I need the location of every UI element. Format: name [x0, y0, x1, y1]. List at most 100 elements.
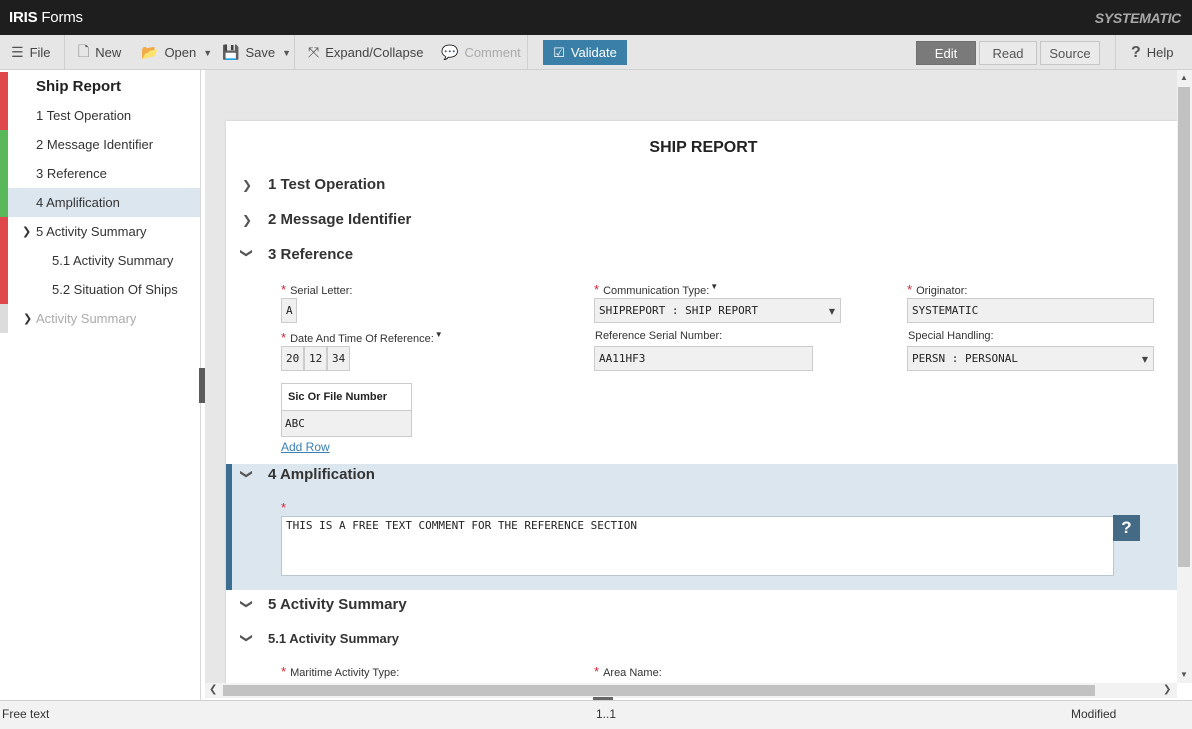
sidebar-item-reference[interactable]: 3 Reference [0, 159, 200, 188]
edit-mode-button[interactable]: Edit [916, 41, 976, 65]
comment-button[interactable]: 💬 Comment [441, 35, 521, 70]
open-button[interactable]: 📂 Open ▼ [141, 35, 212, 70]
status-marker [0, 304, 8, 333]
scroll-thumb[interactable] [1178, 87, 1190, 567]
dtg-minute-field[interactable]: 34 [327, 346, 350, 371]
scroll-up-icon[interactable]: ▲ [1180, 73, 1188, 82]
communication-type-select[interactable]: SHIPREPORT : SHIP REPORT ▼ [594, 298, 841, 323]
dtg-hour-field[interactable]: 12 [304, 346, 327, 371]
vertical-scrollbar[interactable]: ▲ ▼ [1177, 70, 1192, 683]
sic-table: Sic Or File Number ABC [281, 383, 412, 437]
serial-letter-label: * Serial Letter: [281, 282, 353, 297]
chevron-down-icon[interactable]: ❯ [240, 248, 254, 258]
comment-icon: 💬 [441, 44, 459, 60]
sidebar-item-ship-report[interactable]: Ship Report [0, 72, 200, 101]
section-test-operation[interactable]: 1 Test Operation [268, 176, 385, 193]
status-marker [0, 101, 8, 130]
chevron-down-icon[interactable]: ❯ [240, 469, 254, 479]
chevron-right-icon[interactable]: ❯ [242, 213, 252, 227]
horizontal-scrollbar[interactable]: ❮ ❯ [205, 683, 1177, 698]
add-row-link[interactable]: Add Row [281, 440, 330, 454]
sidebar-item-activity-summary[interactable]: ❯ 5 Activity Summary [0, 217, 200, 246]
chevron-down-icon: ▼ [1141, 355, 1148, 364]
sidebar-item-message-identifier[interactable]: 2 Message Identifier [0, 130, 200, 159]
toolbar-divider [1115, 35, 1116, 70]
save-button[interactable]: 💾 Save ▼ [222, 35, 291, 70]
special-handling-label: Special Handling: [908, 330, 994, 342]
sidebar: Ship Report 1 Test Operation 2 Message I… [0, 70, 201, 700]
expand-icon: ⤧ [308, 44, 320, 60]
maritime-activity-type-label: * Maritime Activity Type: [281, 664, 400, 679]
sidebar-item-activity-summary-5-1[interactable]: 5.1 Activity Summary [0, 246, 200, 275]
app-title: IRIS Forms [9, 9, 83, 26]
title-bar: IRIS Forms SYSTEMATIC [0, 0, 1192, 35]
form-viewport: SHIP REPORT ❯ 1 Test Operation ❯ 2 Messa… [205, 70, 1177, 683]
chevron-down-icon[interactable]: ❯ [240, 599, 254, 609]
status-marker [0, 72, 8, 101]
sic-table-cell[interactable]: ABC [282, 411, 411, 436]
help-button[interactable]: ? Help [1131, 35, 1174, 70]
question-icon: ? [1131, 43, 1141, 61]
originator-field[interactable]: SYSTEMATIC [907, 298, 1154, 323]
status-field-type: Free text [2, 707, 50, 721]
status-bar: Free text 1..1 Modified [0, 700, 1192, 729]
reference-serial-field[interactable]: AA11HF3 [594, 346, 813, 371]
chevron-right-icon[interactable]: ❯ [23, 312, 32, 325]
chevron-down-icon: ▼ [203, 47, 213, 58]
reference-serial-label: Reference Serial Number: [595, 330, 723, 342]
sidebar-item-activity-summary-optional[interactable]: ❯ Activity Summary [0, 304, 200, 333]
status-marker [0, 217, 8, 246]
toolbar-divider [527, 35, 528, 70]
file-menu-button[interactable]: ☰ File [11, 35, 51, 70]
sidebar-item-amplification[interactable]: 4 Amplification [0, 188, 200, 217]
required-marker: * [281, 500, 287, 515]
sidebar-item-test-operation[interactable]: 1 Test Operation [0, 101, 200, 130]
originator-label: * Originator: [907, 282, 968, 297]
dtg-day-field[interactable]: 20 [281, 346, 304, 371]
status-marker [0, 275, 8, 304]
status-marker [0, 159, 8, 188]
read-mode-button[interactable]: Read [979, 41, 1037, 65]
status-marker [0, 130, 8, 159]
new-document-icon: 🗋 [78, 42, 90, 59]
section-activity-summary[interactable]: 5 Activity Summary [268, 596, 407, 613]
sidebar-item-situation-of-ships[interactable]: 5.2 Situation Of Ships [0, 275, 200, 304]
hamburger-icon: ☰ [11, 44, 24, 60]
scroll-right-icon[interactable]: ❯ [1163, 684, 1171, 695]
source-mode-button[interactable]: Source [1040, 41, 1100, 65]
communication-type-label: * Communication Type:▼ [594, 282, 719, 297]
scroll-left-icon[interactable]: ❮ [209, 684, 217, 695]
area-name-label: * Area Name: [594, 664, 662, 679]
scroll-thumb[interactable] [223, 685, 1095, 696]
expand-collapse-button[interactable]: ⤧ Expand/Collapse [308, 35, 424, 70]
status-cardinality: 1..1 [596, 707, 617, 721]
toolbar-divider [294, 35, 295, 70]
chevron-down-icon[interactable]: ❯ [240, 633, 254, 643]
amplification-textarea[interactable]: THIS IS A FREE TEXT COMMENT FOR THE REFE… [281, 516, 1114, 576]
section-activity-summary-5-1[interactable]: 5.1 Activity Summary [268, 631, 399, 646]
new-button[interactable]: 🗋 New [78, 35, 121, 70]
chevron-down-icon: ▼ [828, 307, 835, 316]
chevron-right-icon[interactable]: ❯ [242, 178, 252, 192]
section-reference[interactable]: 3 Reference [268, 246, 353, 263]
chevron-down-icon[interactable]: ❯ [22, 225, 31, 238]
form-page: SHIP REPORT ❯ 1 Test Operation ❯ 2 Messa… [226, 121, 1177, 683]
status-marker [0, 188, 8, 217]
serial-letter-field[interactable]: A [281, 298, 297, 323]
chevron-down-icon: ▼ [282, 47, 291, 58]
toolbar-divider [64, 35, 65, 70]
field-help-button[interactable]: ? [1113, 515, 1140, 541]
status-modified: Modified [1071, 707, 1117, 721]
section-message-identifier[interactable]: 2 Message Identifier [268, 211, 411, 228]
brand-logo: SYSTEMATIC [1094, 10, 1182, 26]
scroll-down-icon[interactable]: ▼ [1180, 670, 1188, 679]
dtg-label: * Date And Time Of Reference:▼ [281, 330, 443, 345]
save-icon: 💾 [222, 44, 240, 60]
status-marker [0, 246, 8, 275]
form-title: SHIP REPORT [649, 139, 758, 156]
checklist-icon: ☑ [553, 44, 565, 60]
special-handling-select[interactable]: PERSN : PERSONAL ▼ [907, 346, 1154, 371]
folder-icon: 📂 [141, 44, 159, 60]
validate-button[interactable]: ☑ Validate [543, 40, 627, 65]
section-amplification[interactable]: 4 Amplification [268, 466, 375, 483]
